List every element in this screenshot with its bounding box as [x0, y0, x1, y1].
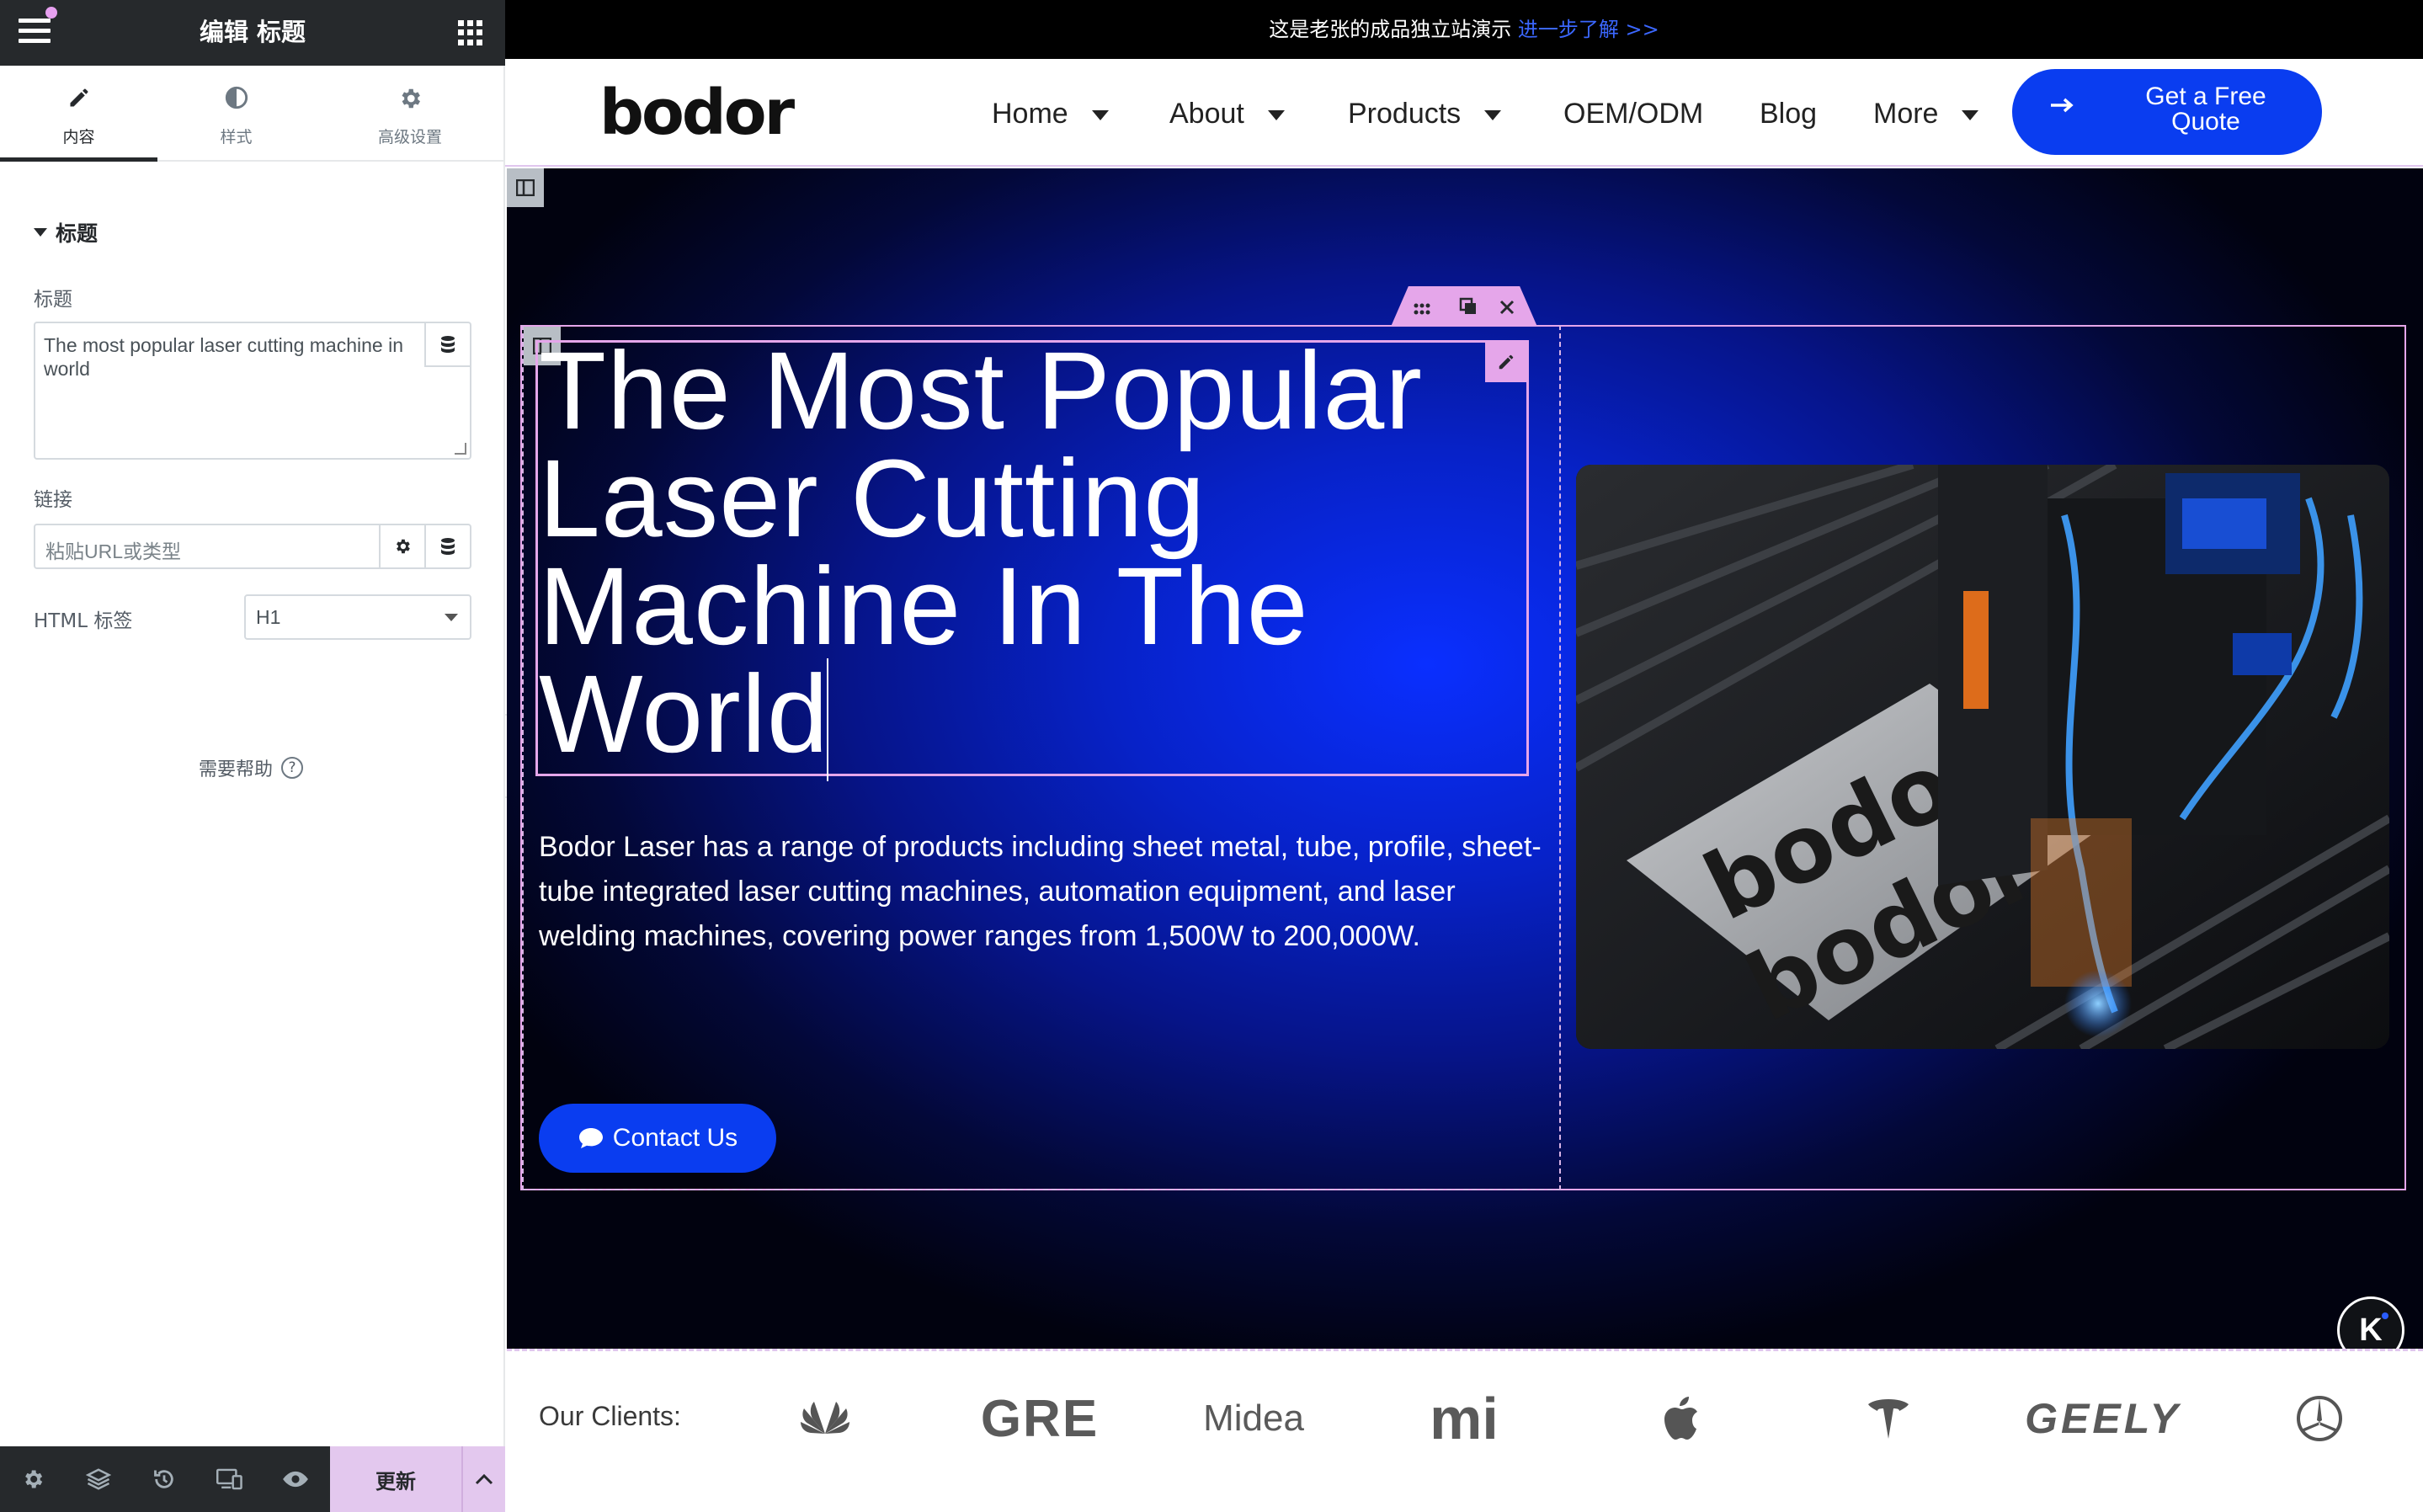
section-toggle[interactable]: 标题 [34, 217, 98, 248]
hero-heading-line: Laser Cutting [539, 436, 1206, 560]
badge-dot [2382, 1312, 2388, 1319]
nav-item-oem-odm[interactable]: OEM/ODM [1563, 93, 1703, 135]
editor-panel: 编辑 标题 内容 样式 高级设置 标题 标题 The most popular … [0, 0, 505, 1512]
nav-home-label: Home [992, 97, 1068, 130]
get-quote-line1: Get a Free [2145, 83, 2266, 110]
nav-more-label: More [1873, 97, 1939, 130]
huawei-logo-icon [791, 1381, 859, 1456]
update-options-chevron-up-icon[interactable] [461, 1446, 505, 1512]
announcement-text: 这是老张的成品独立站演示 [1269, 18, 1512, 41]
link-input[interactable]: 粘贴URL或类型 [34, 524, 471, 569]
tab-style[interactable]: 样式 [157, 66, 315, 162]
announcement-bar: 这是老张的成品独立站演示 进一步了解 >> [505, 0, 2423, 59]
history-icon[interactable] [131, 1446, 197, 1512]
hero-heading-line: World [539, 652, 829, 775]
element-toolbar [1391, 286, 1537, 327]
duplicate-icon[interactable] [1459, 297, 1478, 322]
link-label: 链接 [34, 489, 72, 511]
section-title: 标题 [56, 221, 99, 246]
contrast-icon [225, 86, 248, 115]
nav-item-blog[interactable]: Blog [1760, 93, 1817, 135]
arrow-right-icon [2049, 86, 2074, 121]
tab-content-label: 内容 [62, 128, 95, 146]
client-logo-midea: Midea [1203, 1398, 1304, 1439]
title-textarea[interactable]: The most popular laser cutting machine i… [34, 322, 471, 460]
html-tag-label: HTML 标签 [34, 610, 133, 632]
link-options-gear-icon[interactable] [379, 525, 424, 567]
nav-oem-label: OEM/ODM [1563, 97, 1704, 130]
nav-about-label: About [1169, 97, 1244, 130]
widgets-grid-icon[interactable] [458, 20, 483, 45]
site-logo[interactable]: bodor [599, 77, 795, 148]
k-badge-letter: K [2359, 1312, 2383, 1348]
drag-handle-icon[interactable] [1414, 297, 1437, 321]
tab-content[interactable]: 内容 [0, 66, 157, 162]
nav-item-products[interactable]: Products [1348, 93, 1502, 135]
client-logo-gre: GRE [980, 1389, 1100, 1448]
hero-description: Bodor Laser has a range of products incl… [539, 831, 1542, 952]
close-icon[interactable] [1499, 297, 1515, 321]
update-button[interactable]: 更新 [330, 1446, 461, 1512]
html-tag-value: H1 [256, 606, 281, 628]
title-field-label: 标题 [34, 289, 72, 311]
clients-label: Our Clients: [539, 1401, 681, 1431]
title-textarea-value: The most popular laser cutting machine i… [44, 334, 403, 380]
section-handle-icon[interactable] [507, 168, 544, 207]
preview-eye-icon[interactable] [263, 1446, 328, 1512]
html-tag-select[interactable]: H1 [244, 594, 471, 640]
contact-us-label: Contact Us [612, 1124, 738, 1152]
chat-bubble-icon [578, 1128, 603, 1148]
caret-down-icon [1962, 110, 1979, 120]
nav-item-home[interactable]: Home [992, 93, 1109, 135]
laser-machine-image: bodor bodor [1576, 465, 2389, 1049]
text-cursor [827, 658, 828, 781]
pencil-icon [67, 86, 91, 115]
apple-logo-icon [1650, 1381, 1709, 1456]
tab-advanced-label: 高级设置 [377, 128, 442, 146]
resize-handle[interactable] [455, 443, 466, 455]
mercedes-logo-icon [2290, 1381, 2349, 1456]
get-quote-button[interactable]: Get a Free Quote [2012, 69, 2322, 155]
tesla-logo-icon [1859, 1381, 1918, 1456]
panel-header: 编辑 标题 [0, 0, 505, 66]
help-link[interactable]: 需要帮助 ? [199, 754, 304, 781]
caret-down-icon [1484, 110, 1502, 120]
gear-icon [397, 86, 423, 117]
nav-item-about[interactable]: About [1169, 93, 1285, 135]
get-quote-label: Get a Free Quote [2113, 84, 2298, 135]
tab-advanced[interactable]: 高级设置 [315, 66, 505, 162]
question-circle-icon: ? [281, 757, 304, 779]
announcement-link[interactable]: 进一步了解 >> [1518, 18, 1659, 41]
hero-heading-line: The Most Popular [539, 328, 1423, 452]
settings-gear-icon[interactable] [0, 1446, 66, 1512]
nav-products-label: Products [1348, 97, 1462, 130]
help-text: 需要帮助 [199, 759, 274, 780]
nav-blog-label: Blog [1760, 97, 1818, 130]
hero-heading-line: Machine In The [539, 544, 1309, 668]
panel-title: 编辑 标题 [199, 18, 306, 46]
client-logo-geely: GEELY [2025, 1395, 2181, 1442]
contact-us-button[interactable]: Contact Us [539, 1104, 776, 1173]
panel-footer: 更新 [0, 1446, 505, 1512]
caret-down-icon [1091, 110, 1109, 120]
select-caret-icon [445, 614, 458, 621]
dynamic-tags-icon[interactable] [424, 323, 470, 367]
caret-down-icon [1267, 110, 1285, 120]
get-quote-line2: Quote [2171, 108, 2240, 136]
nav-item-more[interactable]: More [1873, 93, 1979, 135]
responsive-mode-icon[interactable] [197, 1446, 263, 1512]
client-logo-mi: mi [1430, 1386, 1499, 1451]
panel-tabs: 内容 样式 高级设置 [0, 66, 505, 162]
caret-down-icon [34, 228, 47, 237]
link-placeholder: 粘贴URL或类型 [45, 540, 182, 562]
link-dynamic-tags-icon[interactable] [424, 525, 470, 567]
hero-heading[interactable]: The Most Popular Laser Cutting Machine I… [539, 328, 1499, 775]
layers-icon[interactable] [66, 1446, 131, 1512]
tab-style-label: 样式 [220, 128, 253, 146]
